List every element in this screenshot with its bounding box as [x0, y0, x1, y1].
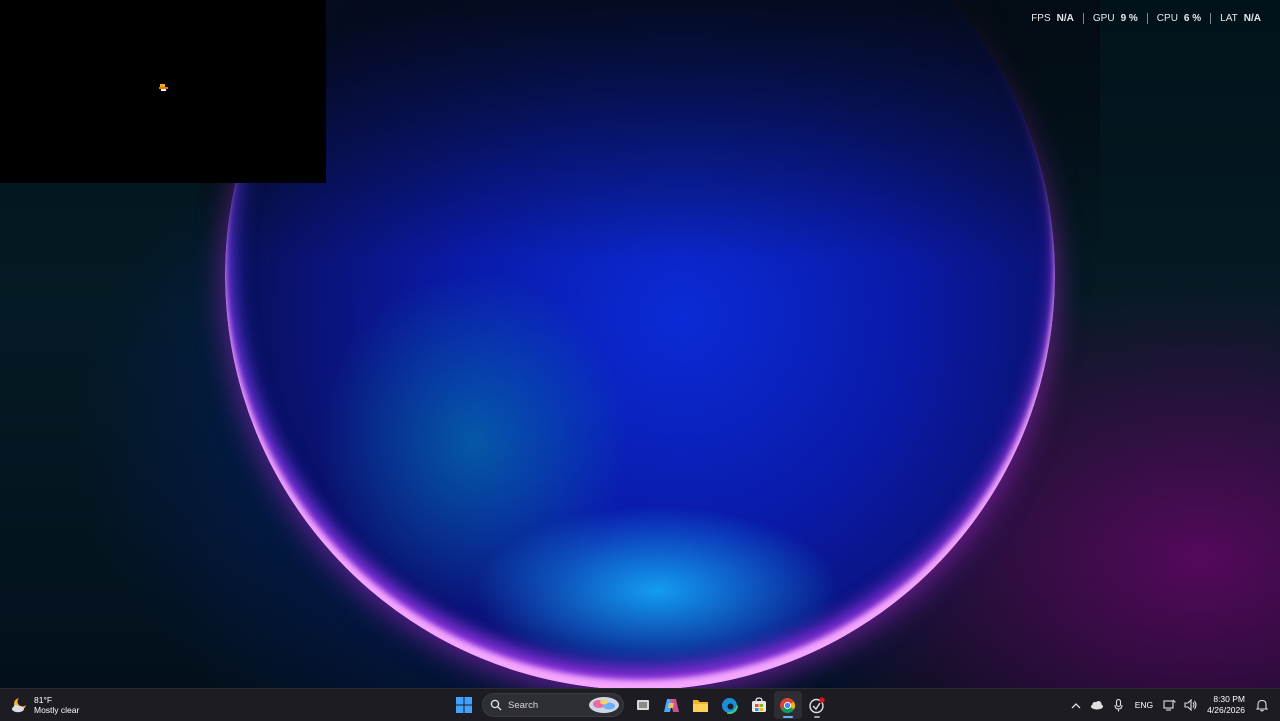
edge-icon	[721, 696, 738, 714]
notification-badge	[819, 696, 825, 703]
fps-value: N/A	[1056, 12, 1074, 24]
store-icon	[751, 697, 766, 712]
search-highlight-icon	[589, 697, 619, 713]
clock-date: 4/26/2026	[1207, 705, 1245, 715]
latency-label: LAT	[1220, 12, 1238, 24]
edge-button[interactable]	[716, 691, 744, 719]
fps-label: FPS	[1031, 12, 1051, 24]
network-button[interactable]	[1159, 691, 1180, 719]
task-view-icon	[636, 700, 649, 710]
gpu-label: GPU	[1092, 12, 1115, 24]
task-view-button[interactable]	[629, 691, 657, 719]
notifications-button[interactable]	[1251, 691, 1272, 719]
moon-cloud-icon	[12, 696, 28, 713]
cpu-stat: CPU 6 %	[1146, 12, 1210, 24]
copilot-button[interactable]	[658, 691, 686, 719]
gpu-value: 9 %	[1120, 12, 1138, 24]
volume-button[interactable]	[1180, 691, 1201, 719]
microphone-button[interactable]	[1108, 691, 1129, 719]
latency-stat: LAT N/A	[1210, 12, 1270, 24]
network-icon	[1163, 699, 1177, 711]
cpu-label: CPU	[1156, 12, 1178, 24]
language-label: ENG	[1134, 700, 1154, 710]
fps-stat: FPS N/A	[1022, 13, 1083, 24]
search-icon	[490, 699, 502, 711]
active-indicator	[782, 716, 793, 718]
small-app-icon	[159, 84, 168, 91]
clock[interactable]: 8:30 PM 4/26/2026	[1201, 694, 1251, 716]
onedrive-button[interactable]	[1087, 691, 1108, 719]
store-button[interactable]	[745, 691, 773, 719]
latency-value: N/A	[1243, 12, 1261, 24]
running-indicator	[813, 716, 820, 718]
search-box[interactable]: Search	[482, 693, 624, 717]
chrome-button[interactable]	[773, 691, 802, 719]
clock-time: 8:30 PM	[1213, 694, 1245, 704]
show-hidden-icons-button[interactable]	[1066, 691, 1087, 719]
language-indicator[interactable]: ENG	[1129, 691, 1159, 719]
microphone-icon	[1114, 698, 1123, 711]
bell-icon	[1255, 699, 1268, 711]
weather-widget[interactable]: 81°F Mostly clear	[10, 694, 79, 716]
speaker-icon	[1184, 699, 1197, 711]
weather-condition: Mostly clear	[34, 705, 80, 715]
weather-temperature: 81°F	[34, 695, 53, 705]
performance-overlay: FPS N/A GPU 9 % CPU 6 % LAT N/A	[1022, 10, 1270, 26]
wallpaper-shade	[200, 0, 1100, 260]
search-label: Search	[508, 699, 539, 711]
start-button[interactable]	[450, 691, 478, 719]
system-tray: ENG 8:30 PM 4/26/2026	[1066, 689, 1272, 721]
app-button[interactable]	[803, 691, 831, 719]
file-explorer-button[interactable]	[687, 691, 715, 719]
taskbar: 81°F Mostly clear Search ENG 8:30 PM 4/2…	[0, 688, 1280, 721]
chrome-icon	[780, 697, 795, 713]
cpu-value: 6 %	[1183, 12, 1202, 24]
windows-logo-icon	[455, 697, 472, 713]
app-icon	[809, 696, 825, 713]
folder-icon	[693, 699, 708, 712]
black-overlay-window[interactable]	[0, 0, 326, 183]
gpu-stat: GPU 9 %	[1082, 12, 1147, 24]
cloud-icon	[1091, 701, 1104, 710]
chevron-up-icon	[1071, 702, 1081, 708]
copilot-icon	[664, 698, 679, 712]
taskbar-center: Search	[449, 691, 831, 719]
